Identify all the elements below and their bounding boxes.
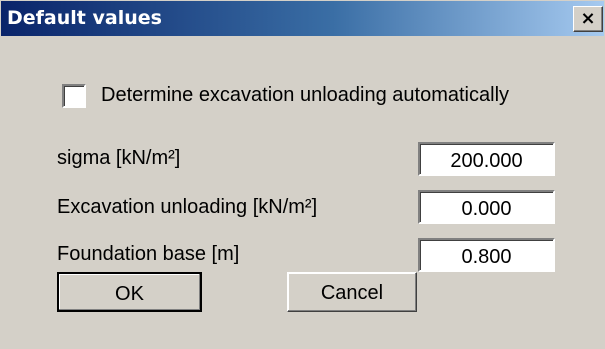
sigma-field[interactable]: 200.000 <box>418 142 555 176</box>
cancel-button[interactable]: Cancel <box>287 272 417 312</box>
excavation-unloading-label: Excavation unloading [kN/m²] <box>57 196 318 218</box>
auto-unloading-checkbox[interactable] <box>62 84 86 108</box>
close-button[interactable]: × <box>573 6 603 32</box>
foundation-base-label: Foundation base [m] <box>57 243 240 265</box>
ok-button[interactable]: OK <box>57 272 202 312</box>
excavation-unloading-field[interactable]: 0.000 <box>418 190 555 224</box>
cancel-button-label: Cancel <box>320 282 384 304</box>
ok-button-label: OK <box>115 283 144 305</box>
foundation-base-value: 0.800 <box>461 246 512 268</box>
auto-unloading-label[interactable]: Determine excavation unloading automatic… <box>101 84 509 107</box>
title-bar[interactable]: Default values × <box>1 1 604 36</box>
excavation-unloading-value: 0.000 <box>461 198 512 220</box>
sigma-value: 200.000 <box>450 150 523 172</box>
dialog-title: Default values <box>7 7 162 29</box>
sigma-label: sigma [kN/m²] <box>57 147 181 169</box>
default-values-dialog: Default values × Determine excavation un… <box>0 0 605 349</box>
foundation-base-field[interactable]: 0.800 <box>418 238 555 272</box>
close-icon: × <box>580 8 596 29</box>
